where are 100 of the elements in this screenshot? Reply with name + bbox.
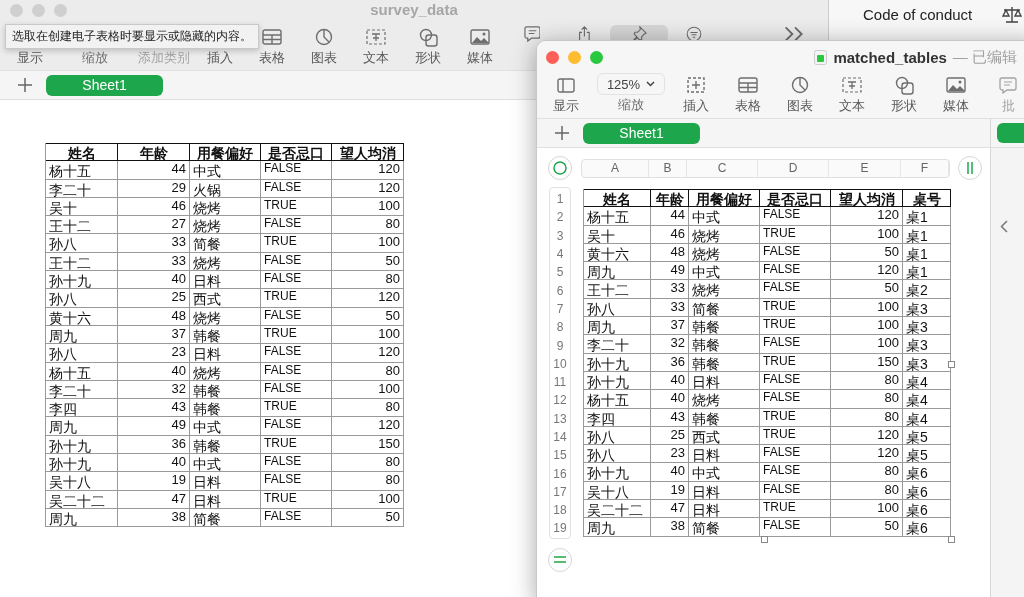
table-cell: 49 — [118, 417, 190, 436]
table-cell: 80 — [831, 463, 903, 482]
table-cell: 桌2 — [903, 280, 951, 299]
table-cell: 80 — [332, 362, 404, 381]
table-cell: 19 — [651, 481, 689, 501]
table-cell: 周九 — [46, 508, 118, 528]
table-cell: 47 — [118, 490, 190, 509]
table-cell: 120 — [831, 445, 903, 464]
table-cell: 烧烤 — [190, 197, 261, 217]
table-cell: TRUE — [760, 225, 831, 244]
table-cell: 桌5 — [903, 426, 951, 446]
table-cell: 50 — [831, 518, 903, 537]
edited-status: — 已编辑 — [952, 47, 1017, 67]
table-cell: TRUE — [261, 289, 332, 308]
table-cell: FALSE — [760, 243, 831, 263]
table-cell: FALSE — [261, 344, 332, 363]
table-cell: 120 — [332, 344, 404, 363]
table-cell: 29 — [118, 179, 190, 198]
table-cell: 吴十八 — [584, 481, 651, 501]
table-cell: 43 — [651, 408, 689, 427]
table-cell: 44 — [651, 207, 689, 226]
table-cell: 19 — [118, 472, 190, 491]
table-cell: 韩餐 — [689, 317, 760, 336]
table-cell: 80 — [332, 454, 404, 473]
table-cell: TRUE — [760, 298, 831, 318]
table-cell: 韩餐 — [190, 435, 261, 455]
table-cell: 孙十九 — [584, 463, 651, 482]
table-cell: 李二十 — [46, 380, 118, 400]
table-cell: 烧烤 — [190, 307, 261, 326]
table-cell: 中式 — [689, 463, 760, 482]
column-header: 年龄 — [118, 143, 190, 162]
table-cell: 中式 — [190, 417, 261, 436]
table-cell: 日料 — [689, 445, 760, 464]
table-cell: 周九 — [584, 317, 651, 336]
table-cell: 西式 — [190, 289, 261, 308]
table-cell: 桌4 — [903, 390, 951, 409]
table-cell: 38 — [651, 518, 689, 537]
table-cell: 烧烤 — [689, 390, 760, 409]
table-cell: 火锅 — [190, 179, 261, 198]
table-cell: 烧烤 — [689, 280, 760, 299]
table-cell: TRUE — [760, 317, 831, 336]
table-cell: 120 — [332, 417, 404, 436]
table-cell: FALSE — [261, 417, 332, 436]
table-cell: 33 — [118, 252, 190, 272]
table-cell: 120 — [831, 262, 903, 281]
table-cell: 李四 — [46, 399, 118, 418]
table-cell: 40 — [118, 454, 190, 473]
table-cell: 王十二 — [584, 280, 651, 299]
table-cell: FALSE — [261, 472, 332, 491]
table-cell: 吴二十二 — [46, 490, 118, 509]
table-cell: 日料 — [190, 344, 261, 363]
table-cell: FALSE — [760, 390, 831, 409]
table-cell: 周九 — [584, 262, 651, 281]
table-cell: 25 — [118, 289, 190, 308]
table-cell: 黄十六 — [584, 243, 651, 263]
table-cell: 100 — [831, 225, 903, 244]
table-cell: 33 — [651, 298, 689, 318]
table-cell: FALSE — [760, 371, 831, 391]
table-cell: 49 — [651, 262, 689, 281]
table-cell: 西式 — [689, 426, 760, 446]
table-cell: 40 — [651, 463, 689, 482]
table-cell: 杨十五 — [46, 161, 118, 180]
table-cell: 100 — [332, 234, 404, 253]
table-cell: 桌1 — [903, 207, 951, 226]
table-cell: FALSE — [261, 252, 332, 272]
table-cell: FALSE — [261, 179, 332, 198]
table-cell: 100 — [831, 298, 903, 318]
toolbar-label: 缩放 — [618, 97, 644, 113]
table-cell: 桌3 — [903, 335, 951, 354]
table-cell: 32 — [651, 335, 689, 354]
table-cell: 120 — [332, 161, 404, 180]
table-cell: 32 — [118, 380, 190, 400]
table-cell: 120 — [332, 289, 404, 308]
table-cell: 简餐 — [689, 298, 760, 318]
table-cell: FALSE — [261, 454, 332, 473]
table-cell: 120 — [831, 207, 903, 226]
table-cell: 日料 — [190, 271, 261, 290]
table-cell: 日料 — [190, 472, 261, 491]
table-cell: 50 — [831, 280, 903, 299]
table-cell: FALSE — [760, 280, 831, 299]
table-cell: 周九 — [46, 417, 118, 436]
column-header: 桌号 — [903, 189, 951, 208]
table-cell: 日料 — [689, 481, 760, 501]
table-cell: 孙八 — [46, 289, 118, 308]
table-cell: TRUE — [261, 399, 332, 418]
table-cell: FALSE — [261, 380, 332, 400]
table-cell: 中式 — [190, 161, 261, 180]
table-cell: 37 — [651, 317, 689, 336]
table-cell: 40 — [651, 371, 689, 391]
table-cell: 桌4 — [903, 408, 951, 427]
window-title: survey_data — [370, 1, 458, 18]
table-cell: FALSE — [261, 216, 332, 235]
table-cell: FALSE — [261, 307, 332, 326]
table-cell: 25 — [651, 426, 689, 446]
table-cell: 46 — [118, 197, 190, 217]
table-cell: 33 — [651, 280, 689, 299]
table-cell: 80 — [332, 472, 404, 491]
column-header: 用餐偏好 — [689, 189, 760, 208]
table-cell: 150 — [332, 435, 404, 455]
column-header: 望人均消 — [332, 143, 404, 162]
